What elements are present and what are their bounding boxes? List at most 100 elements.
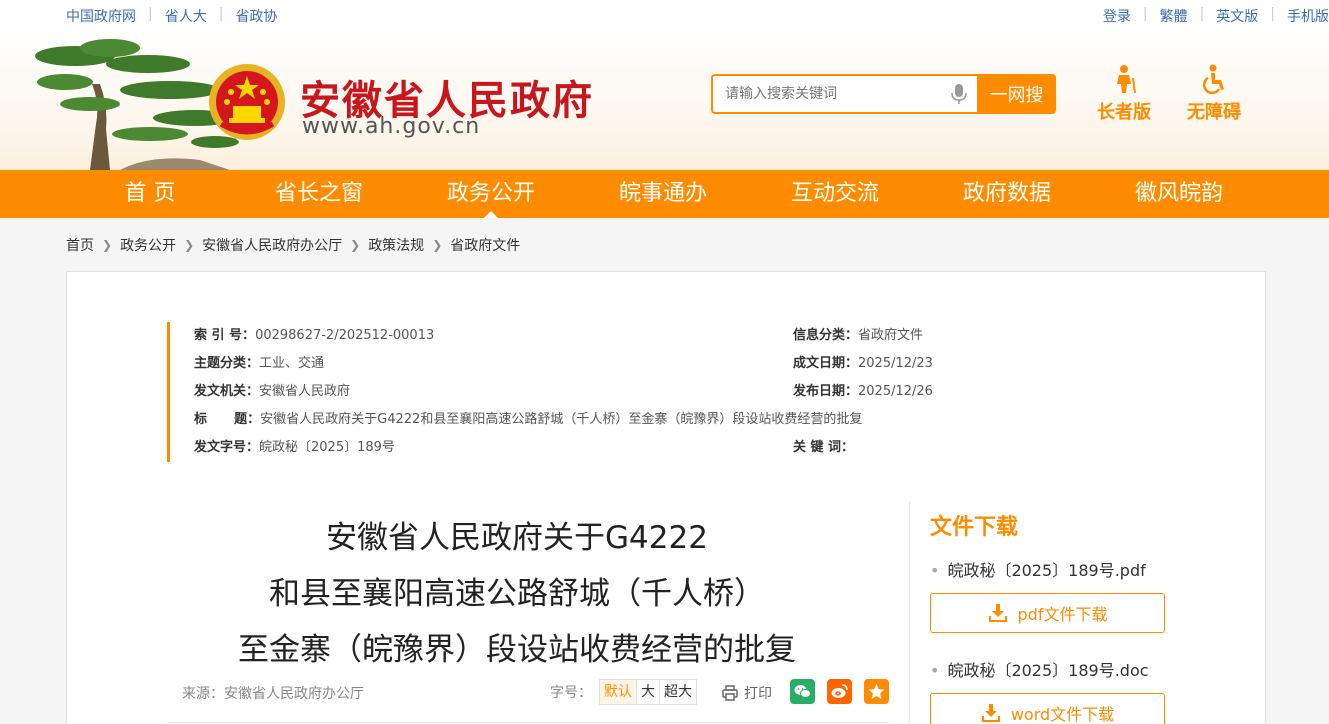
meta-docno-row: 发文字号：皖政秘〔2025〕189号 (194, 438, 395, 458)
meta-published-row: 发布日期：2025/12/26 (793, 382, 933, 402)
font-size-default[interactable]: 默认 (599, 679, 637, 705)
chevron-right-icon: ❯ (350, 238, 361, 252)
national-emblem-icon (209, 64, 285, 140)
meta-issuer-row: 发文机关：安徽省人民政府 (194, 382, 350, 402)
download-filename-doc: 皖政秘〔2025〕189号.doc (930, 657, 1148, 681)
meta-label: 关 键 词： (793, 440, 855, 455)
link-provincial-cppcc[interactable]: 省政协 (235, 6, 277, 26)
favorite-button[interactable] (864, 679, 889, 704)
meta-value: 安徽省人民政府 (259, 384, 351, 399)
link-gov-cn[interactable]: 中国政府网 (66, 6, 136, 26)
nav-anhui-culture[interactable]: 徽风皖韵 (1094, 170, 1264, 218)
meta-title-row: 标 题：安徽省人民政府关于G4222和县至襄阳高速公路舒城（千人桥）至金寨（皖豫… (194, 410, 862, 430)
nav-home[interactable]: 首 页 (65, 170, 235, 218)
printer-icon (722, 685, 738, 701)
meta-label: 发文字号： (194, 440, 260, 455)
wechat-icon (794, 685, 811, 698)
meta-value: 安徽省人民政府关于G4222和县至襄阳高速公路舒城（千人桥）至金寨（皖豫界）段设… (260, 412, 863, 427)
elder-mode-label: 长者版 (1097, 102, 1151, 123)
meta-value: 2025/12/23 (858, 356, 933, 371)
font-size-selector: 字号： 默认 大 超大 (550, 679, 697, 705)
divider: | (218, 6, 224, 22)
breadcrumb-general-office[interactable]: 安徽省人民政府办公厅 (202, 235, 342, 255)
document-metadata: 索 引 号：00298627-2/202512-00013 主题分类：工业、交通… (167, 322, 1127, 462)
word-download-label: word文件下载 (1010, 705, 1115, 724)
document-source: 来源：安徽省人民政府办公厅 (182, 686, 364, 702)
download-filename-pdf: 皖政秘〔2025〕189号.pdf (930, 557, 1145, 581)
search-input[interactable] (711, 74, 977, 114)
document-title-line: 至金寨（皖豫界）段设站收费经营的批复 (238, 632, 796, 668)
search-box: 一网搜 (711, 74, 1056, 114)
english-version-link[interactable]: 英文版 (1216, 6, 1258, 26)
divider: | (1199, 6, 1205, 22)
meta-index-row: 索 引 号：00298627-2/202512-00013 (194, 326, 434, 346)
download-icon (981, 704, 1000, 722)
document-title: 安徽省人民政府关于G4222 和县至襄阳高速公路舒城（千人桥） 至金寨（皖豫界）… (167, 510, 867, 678)
share-weibo-button[interactable] (827, 679, 852, 704)
chevron-right-icon: ❯ (102, 238, 113, 252)
breadcrumb-policies[interactable]: 政策法规 (368, 235, 424, 255)
divider: | (1270, 6, 1275, 22)
nav-governor-window[interactable]: 省长之窗 (234, 170, 404, 218)
content-divider (167, 722, 889, 723)
accessibility-button[interactable]: 无障碍 (1174, 64, 1254, 124)
meta-label: 发布日期： (793, 384, 859, 399)
nav-interaction[interactable]: 互动交流 (750, 170, 920, 218)
traditional-chinese-link[interactable]: 繁體 (1160, 6, 1188, 26)
meta-label: 信息分类： (793, 328, 859, 343)
nav-government-affairs[interactable]: 政务公开 (406, 170, 576, 218)
print-button[interactable]: 打印 (722, 683, 772, 703)
breadcrumb-government-affairs[interactable]: 政务公开 (120, 235, 176, 255)
pdf-download-label: pdf文件下载 (1017, 605, 1108, 624)
download-icon (988, 604, 1007, 622)
divider: | (148, 6, 153, 22)
breadcrumb-provincial-documents[interactable]: 省政府文件 (450, 235, 520, 255)
meta-label: 发文机关： (194, 384, 260, 399)
accessibility-label: 无障碍 (1187, 102, 1241, 123)
meta-label: 主题分类： (194, 356, 260, 371)
wheelchair-icon (1202, 64, 1224, 94)
top-right-links: 登录 | 繁體 | 英文版 | 手机版 (1103, 6, 1329, 26)
word-download-button[interactable]: word文件下载 (930, 693, 1165, 724)
font-size-large[interactable]: 大 (636, 679, 660, 705)
meta-value: 皖政秘〔2025〕189号 (259, 440, 395, 455)
site-url: www.ah.gov.cn (302, 114, 481, 139)
meta-value: 工业、交通 (259, 356, 325, 371)
elder-mode-button[interactable]: 长者版 (1084, 64, 1164, 124)
document-title-line: 和县至襄阳高速公路舒城（千人桥） (269, 576, 765, 612)
meta-created-row: 成文日期：2025/12/23 (793, 354, 933, 374)
microphone-icon[interactable] (951, 84, 967, 104)
share-wechat-button[interactable] (790, 679, 815, 704)
pdf-download-button[interactable]: pdf文件下载 (930, 593, 1165, 633)
elder-icon (1117, 65, 1136, 94)
divider: | (1142, 6, 1148, 22)
meta-value: 2025/12/26 (858, 384, 933, 399)
meta-value: 00298627-2/202512-00013 (255, 328, 435, 343)
font-size-label: 字号： (550, 685, 592, 701)
print-label: 打印 (744, 686, 772, 702)
link-provincial-congress[interactable]: 省人大 (165, 6, 207, 26)
mobile-version-link[interactable]: 手机版 (1287, 6, 1329, 26)
document-title-line: 安徽省人民政府关于G4222 (326, 520, 708, 556)
meta-category-row: 信息分类：省政府文件 (793, 326, 923, 346)
nav-government-data[interactable]: 政府数据 (922, 170, 1092, 218)
chevron-right-icon: ❯ (432, 238, 443, 252)
top-left-links: 中国政府网 | 省人大 | 省政协 (66, 6, 277, 26)
meta-label: 成文日期： (793, 356, 859, 371)
breadcrumb: 首页 ❯ 政务公开 ❯ 安徽省人民政府办公厅 ❯ 政策法规 ❯ 省政府文件 (66, 235, 520, 255)
weibo-icon (831, 684, 848, 698)
font-size-extra-large[interactable]: 超大 (659, 679, 697, 705)
chevron-right-icon: ❯ (184, 238, 195, 252)
content-panel: 索 引 号：00298627-2/202512-00013 主题分类：工业、交通… (66, 271, 1266, 724)
meta-topic-row: 主题分类：工业、交通 (194, 354, 324, 374)
nav-services[interactable]: 皖事通办 (578, 170, 748, 218)
top-bar: 中国政府网 | 省人大 | 省政协 登录 | 繁體 | 英文版 | 手机版 (0, 0, 1329, 30)
meta-keywords-row: 关 键 词： (793, 438, 854, 458)
article-toolbar: 来源：安徽省人民政府办公厅 字号： 默认 大 超大 打印 (182, 677, 892, 707)
meta-label: 标 题： (194, 412, 261, 427)
breadcrumb-home[interactable]: 首页 (66, 235, 94, 255)
search-button[interactable]: 一网搜 (977, 74, 1056, 114)
login-link[interactable]: 登录 (1103, 6, 1131, 26)
file-download-title: 文件下载 (930, 515, 1019, 540)
column-divider (909, 502, 910, 724)
